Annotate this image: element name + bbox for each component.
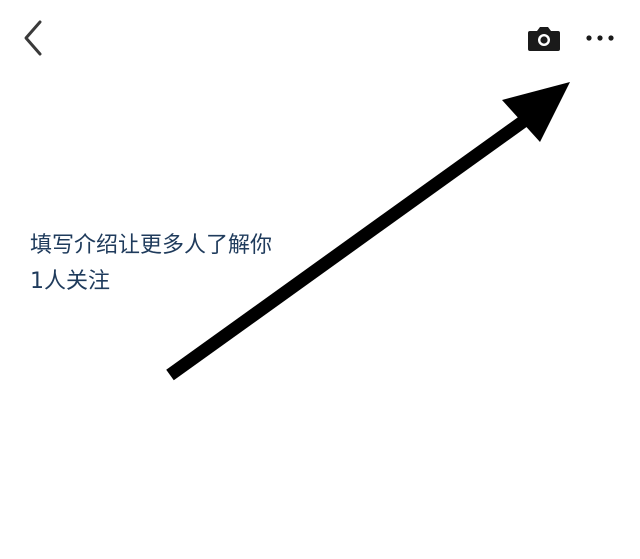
followers-count[interactable]: 1人关注 (30, 264, 272, 300)
profile-info: 填写介绍让更多人了解你 1人关注 (30, 228, 272, 300)
intro-prompt-link[interactable]: 填写介绍让更多人了解你 (30, 228, 272, 264)
back-button[interactable] (16, 16, 52, 60)
chevron-left-icon (24, 20, 42, 56)
camera-button[interactable] (526, 22, 562, 54)
more-horizontal-icon (586, 35, 614, 41)
camera-icon (528, 27, 560, 51)
more-button[interactable] (582, 24, 618, 52)
top-bar (0, 0, 640, 80)
